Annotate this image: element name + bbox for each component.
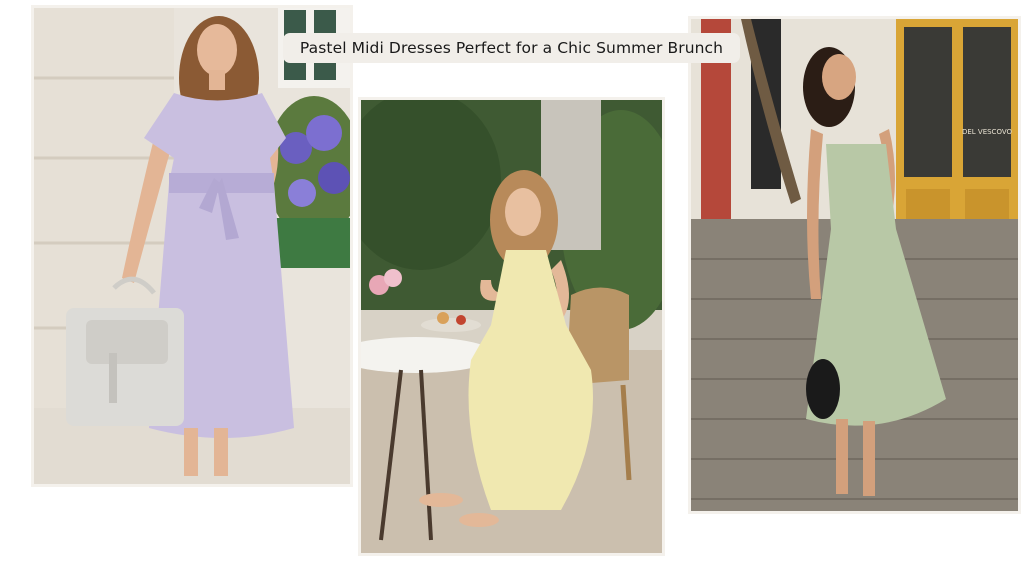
photo-green-dress: DEL VESCOVO: [688, 16, 1021, 514]
caption-banner: Pastel Midi Dresses Perfect for a Chic S…: [283, 33, 740, 63]
photo-lavender-dress: [31, 5, 353, 487]
storefront-sign: DEL VESCOVO: [962, 128, 1013, 136]
lavender-dress-image: [34, 8, 350, 484]
green-dress-image: DEL VESCOVO: [691, 19, 1018, 511]
photo-yellow-dress: [358, 97, 665, 556]
yellow-dress-image: [361, 100, 662, 553]
